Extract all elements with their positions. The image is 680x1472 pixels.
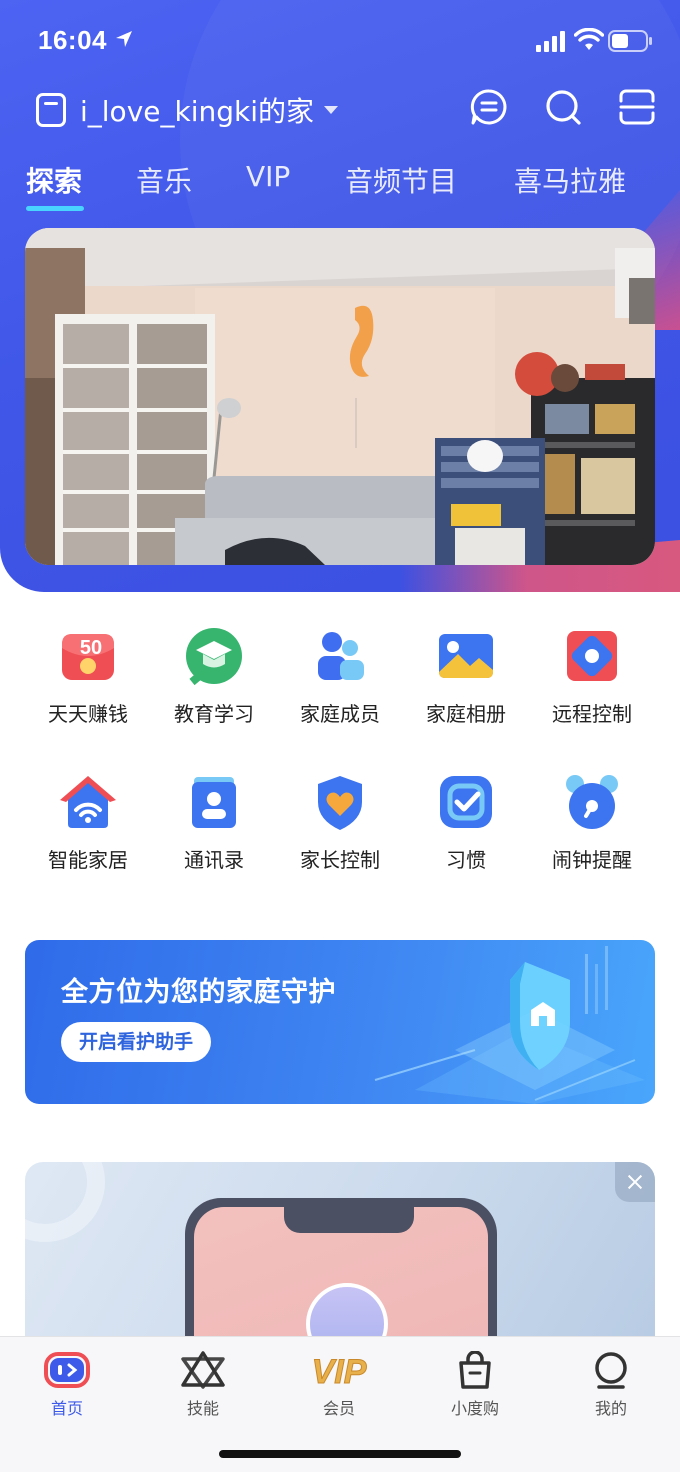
shortcut-education[interactable]: 教育学习: [151, 620, 277, 730]
promo-card[interactable]: [25, 1162, 655, 1362]
shortcut-label: 家长控制: [300, 848, 380, 872]
alarm-clock-icon: [566, 775, 618, 829]
earn-money-badge: 50: [80, 637, 102, 659]
home-selector[interactable]: i_love_kingki的家: [36, 88, 338, 132]
tab-music[interactable]: 音乐: [136, 160, 192, 200]
shortcut-label: 闹钟提醒: [552, 848, 632, 872]
header: 16:04 i_love_kingki的家 探索 音乐 VIP 音频节目 喜马拉…: [0, 0, 680, 592]
chevron-down-icon: [324, 106, 338, 114]
nav-label: 首页: [50, 1399, 83, 1418]
tab-explore[interactable]: 探索: [26, 160, 82, 200]
guard-banner[interactable]: 全方位为您的家庭守护 开启看护助手: [25, 940, 655, 1104]
guard-banner-title: 全方位为您的家庭守护: [61, 977, 336, 1008]
skills-icon: [181, 1351, 225, 1389]
battery-icon: [608, 30, 652, 52]
wifi-icon: [574, 28, 604, 50]
home-tv-icon: [44, 1352, 90, 1388]
habit-check-icon: [440, 776, 492, 828]
parental-control-icon: [318, 776, 362, 830]
promo-decoration: [25, 1162, 105, 1242]
active-tab-indicator: [26, 206, 84, 211]
shortcut-family-members[interactable]: 家庭成员: [277, 620, 403, 730]
shortcut-label: 家庭相册: [426, 702, 506, 726]
shortcut-label: 远程控制: [552, 702, 632, 726]
shortcut-alarm[interactable]: 闹钟提醒: [529, 766, 655, 876]
category-tabs: 探索 音乐 VIP 音频节目 喜马拉雅: [0, 160, 680, 216]
smart-display-icon: [36, 93, 66, 127]
photo-album-icon: [439, 634, 493, 678]
shortcut-label: 习惯: [446, 848, 486, 872]
smart-home-icon: [60, 776, 116, 828]
nav-label: 我的: [594, 1399, 627, 1418]
nav-profile[interactable]: 我的: [561, 1351, 661, 1419]
shortcut-earn-money[interactable]: 50 天天赚钱: [25, 620, 151, 730]
shortcut-habit[interactable]: 习惯: [403, 766, 529, 876]
shield-illustration: [374, 946, 645, 1104]
shortcut-contacts[interactable]: 通讯录: [151, 766, 277, 876]
scan-icon[interactable]: [618, 88, 656, 126]
shortcut-label: 通讯录: [184, 848, 244, 872]
nav-vip[interactable]: VIP 会员: [289, 1351, 389, 1419]
home-indicator: [219, 1450, 461, 1458]
svg-text:VIP: VIP: [312, 1353, 367, 1389]
close-icon[interactable]: [615, 1162, 655, 1202]
shortcut-label: 家庭成员: [300, 702, 380, 726]
shortcut-parental-control[interactable]: 家长控制: [277, 766, 403, 876]
red-envelope-icon: 50: [62, 634, 114, 680]
cellular-signal-icon: [536, 31, 565, 52]
nav-home[interactable]: 首页: [17, 1351, 117, 1419]
camera-image: [25, 228, 655, 565]
open-guard-assistant-button[interactable]: 开启看护助手: [61, 1022, 212, 1062]
nav-label: 技能: [186, 1399, 219, 1418]
nav-skills[interactable]: 技能: [153, 1351, 253, 1419]
shortcut-smart-home[interactable]: 智能家居: [25, 766, 151, 876]
home-name: i_love_kingki的家: [80, 95, 314, 128]
camera-live-view[interactable]: [25, 228, 655, 565]
contacts-icon: [192, 777, 236, 828]
shortcut-label: 智能家居: [48, 848, 128, 872]
tab-vip[interactable]: VIP: [246, 160, 290, 193]
nav-label: 小度购: [450, 1399, 499, 1418]
shortcut-photo-album[interactable]: 家庭相册: [403, 620, 529, 730]
search-icon[interactable]: [544, 88, 582, 126]
shortcut-label: 天天赚钱: [48, 702, 128, 726]
header-actions: [470, 88, 656, 126]
profile-icon: [595, 1352, 627, 1389]
family-members-icon: [318, 632, 364, 680]
status-bar: 16:04: [0, 0, 680, 80]
remote-control-icon: [567, 631, 617, 681]
nav-label: 会员: [322, 1399, 355, 1418]
nav-shop[interactable]: 小度购: [425, 1351, 525, 1419]
shortcut-label: 教育学习: [174, 702, 254, 726]
vip-icon: VIP: [311, 1353, 367, 1390]
location-arrow-icon: [116, 31, 132, 47]
shortcut-remote-control[interactable]: 远程控制: [529, 620, 655, 730]
tab-audio-programs[interactable]: 音频节目: [345, 160, 457, 200]
graduation-cap-icon: [186, 628, 242, 686]
chat-icon[interactable]: [470, 88, 508, 126]
shopping-bag-icon: [459, 1351, 491, 1389]
status-time: 16:04: [38, 25, 107, 55]
tab-ximalaya[interactable]: 喜马拉雅: [514, 160, 626, 200]
